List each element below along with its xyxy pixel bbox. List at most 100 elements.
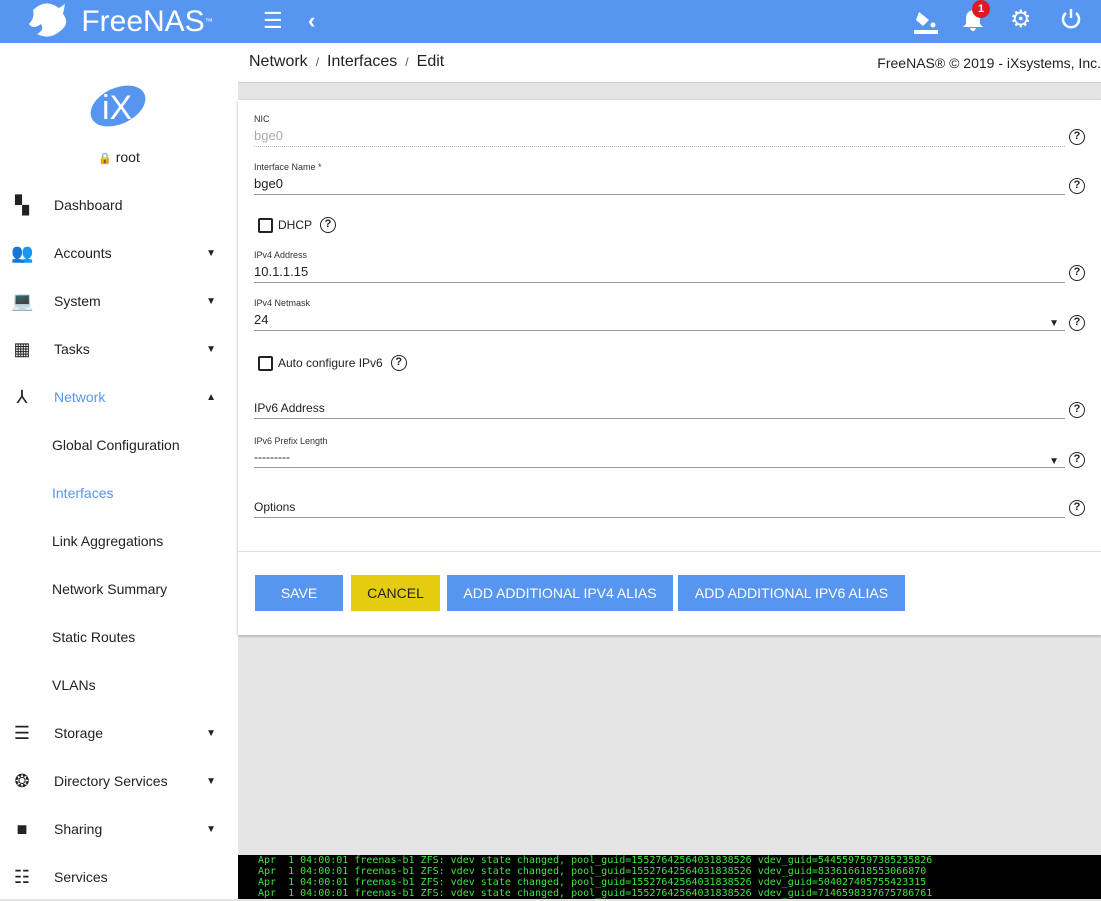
nav-directory-services[interactable]: ❂ Directory Services ▼ (0, 757, 238, 805)
chevron-left-icon[interactable]: ‹ (308, 8, 315, 34)
ipv4-address-field[interactable]: IPv4 Address 10.1.1.15 (254, 250, 1065, 283)
username: root (115, 149, 140, 165)
laptop-icon: 💻 (11, 290, 34, 311)
ipv4-address-input[interactable]: 10.1.1.15 (254, 260, 1065, 283)
ipv4-address-label: IPv4 Address (254, 250, 308, 260)
page-header: Network / Interfaces / Edit FreeNAS® © 2019 … (238, 43, 1101, 83)
caret-down-icon: ▼ (206, 247, 216, 259)
interface-name-field[interactable]: Interface Name * bge0 (254, 162, 1065, 195)
nav-tasks[interactable]: ▦ Tasks ▼ (0, 325, 238, 373)
help-icon[interactable]: ? (320, 217, 337, 233)
nav-menu: ▚ Dashboard 👥 Accounts ▼ 💻 System ▼ ▦ Tasks ▼ ⅄… (0, 181, 238, 901)
console-line: Apr 1 04:00:01 freenas-b1 ZFS: vdev stat… (258, 855, 933, 866)
top-bar: FreeNAS ™ ☰ ‹ 1 ⚙ (0, 0, 1101, 43)
ipv6-prefix-length-select[interactable]: IPv6 Prefix Length --------- ▼ (254, 436, 1065, 468)
freenas-logo[interactable]: FreeNAS ™ (0, 0, 238, 43)
breadcrumb-separator: / (315, 55, 320, 69)
calendar-icon: ▦ (13, 338, 31, 359)
auto-configure-ipv6-label: Auto configure IPv6 (278, 356, 383, 370)
console-line: Apr 1 04:00:01 freenas-b1 ZFS: vdev stat… (258, 888, 933, 899)
nav-label: Accounts (54, 245, 112, 261)
help-icon[interactable]: ? (1069, 129, 1085, 145)
help-icon[interactable]: ? (1069, 265, 1085, 281)
nav-storage[interactable]: ☰ Storage ▼ (0, 709, 238, 757)
nav-label: VLANs (52, 677, 96, 693)
checkbox-box[interactable] (258, 355, 273, 371)
nav-network[interactable]: ⅄ Network ▲ (0, 373, 238, 421)
caret-down-icon: ▼ (206, 295, 216, 307)
help-icon[interactable]: ? (1069, 315, 1085, 331)
shark-logo-icon (29, 2, 67, 37)
help-icon[interactable]: ? (1069, 178, 1085, 194)
console-line: Apr 1 04:00:01 freenas-b1 ZFS: vdev stat… (258, 866, 927, 877)
brand-name: FreeNAS (81, 4, 205, 38)
divider (238, 551, 1101, 552)
nav-label: Services (54, 869, 108, 885)
tune-icon: ☷ (13, 866, 31, 887)
add-ipv4-alias-button[interactable]: ADD ADDITIONAL IPV4 ALIAS (447, 575, 673, 611)
dropdown-arrow-icon[interactable]: ▼ (1049, 456, 1059, 467)
menu-icon[interactable]: ☰ (263, 8, 283, 34)
nav-network-summary[interactable]: Network Summary (0, 565, 238, 613)
nav-system[interactable]: 💻 System ▼ (0, 277, 238, 325)
nav-interfaces[interactable]: Interfaces (0, 469, 238, 517)
dhcp-label: DHCP (278, 218, 313, 232)
options-input[interactable]: Options (254, 496, 1065, 518)
dropdown-arrow-icon[interactable]: ▼ (1049, 318, 1059, 329)
nav-global-configuration[interactable]: Global Configuration (0, 421, 238, 469)
power-icon[interactable] (1060, 8, 1082, 36)
breadcrumb-interfaces[interactable]: Interfaces (327, 53, 397, 70)
nav-label: Link Aggregations (52, 533, 164, 549)
auto-configure-ipv6-checkbox[interactable]: Auto configure IPv6? (258, 355, 407, 371)
ipv6-prefix-length-value[interactable]: --------- (254, 446, 1065, 468)
add-ipv6-alias-button[interactable]: ADD ADDITIONAL IPV6 ALIAS (678, 575, 905, 611)
nav-label: Network Summary (52, 581, 168, 597)
interface-name-input[interactable]: bge0 (254, 172, 1065, 195)
nic-value: bge0 (254, 124, 1065, 147)
network-icon: ⅄ (16, 386, 28, 407)
cancel-button[interactable]: CANCEL (351, 575, 440, 611)
help-icon[interactable]: ? (1069, 500, 1085, 516)
nav-label: Sharing (54, 821, 103, 837)
nav-static-routes[interactable]: Static Routes (0, 613, 238, 661)
help-icon[interactable]: ? (1069, 402, 1085, 418)
sidebar: iX 🔒 root ▚ Dashboard 👥 Accounts ▼ 💻 System ▼… (0, 43, 238, 899)
options-field[interactable]: Options (254, 496, 1065, 518)
save-button[interactable]: SAVE (255, 575, 343, 611)
theme-paint-icon[interactable] (913, 8, 939, 42)
nav-accounts[interactable]: 👥 Accounts ▼ (0, 229, 238, 277)
nav-vlans[interactable]: VLANs (0, 661, 238, 709)
settings-gear-icon[interactable]: ⚙ (1010, 5, 1032, 34)
nav-dashboard[interactable]: ▚ Dashboard (0, 181, 238, 229)
breadcrumb: Network / Interfaces / Edit (249, 53, 444, 71)
nav-services[interactable]: ☷ Services (0, 853, 238, 901)
ipv4-netmask-value[interactable]: 24 (254, 308, 1065, 331)
caret-down-icon: ▼ (206, 727, 216, 739)
breadcrumb-network[interactable]: Network (249, 53, 308, 70)
nav-label: Tasks (54, 341, 90, 357)
ipv4-netmask-label: IPv4 Netmask (254, 298, 311, 308)
dashboard-icon: ▚ (15, 194, 29, 215)
notification-badge: 1 (972, 0, 990, 18)
console-log: Apr 1 04:00:01 freenas-b1 ZFS: vdev stat… (238, 855, 1101, 899)
help-icon[interactable]: ? (1069, 452, 1085, 468)
help-icon[interactable]: ? (390, 355, 407, 371)
checkbox-box[interactable] (258, 217, 273, 233)
notifications-bell-icon[interactable]: 1 (962, 0, 990, 38)
nic-field: NIC bge0 (254, 114, 1065, 147)
ipv6-address-field[interactable]: IPv6 Address (254, 397, 1065, 419)
ipv6-address-input[interactable]: IPv6 Address (254, 397, 1065, 419)
caret-down-icon: ▼ (206, 775, 216, 787)
nic-label: NIC (254, 114, 270, 124)
dhcp-checkbox[interactable]: DHCP? (258, 217, 337, 233)
ipv4-netmask-select[interactable]: IPv4 Netmask 24 ▼ (254, 298, 1065, 331)
caret-down-icon: ▼ (206, 823, 216, 835)
svg-text:iX: iX (102, 89, 132, 127)
caret-down-icon: ▼ (206, 343, 216, 355)
nav-link-aggregations[interactable]: Link Aggregations (0, 517, 238, 565)
breadcrumb-edit: Edit (416, 53, 445, 70)
interface-edit-form: NIC bge0 ? Interface Name * bge0 ? DHCP?… (238, 100, 1101, 635)
storage-icon: ☰ (13, 722, 31, 743)
nav-label: Interfaces (52, 485, 114, 501)
nav-sharing[interactable]: ■ Sharing ▼ (0, 805, 238, 853)
